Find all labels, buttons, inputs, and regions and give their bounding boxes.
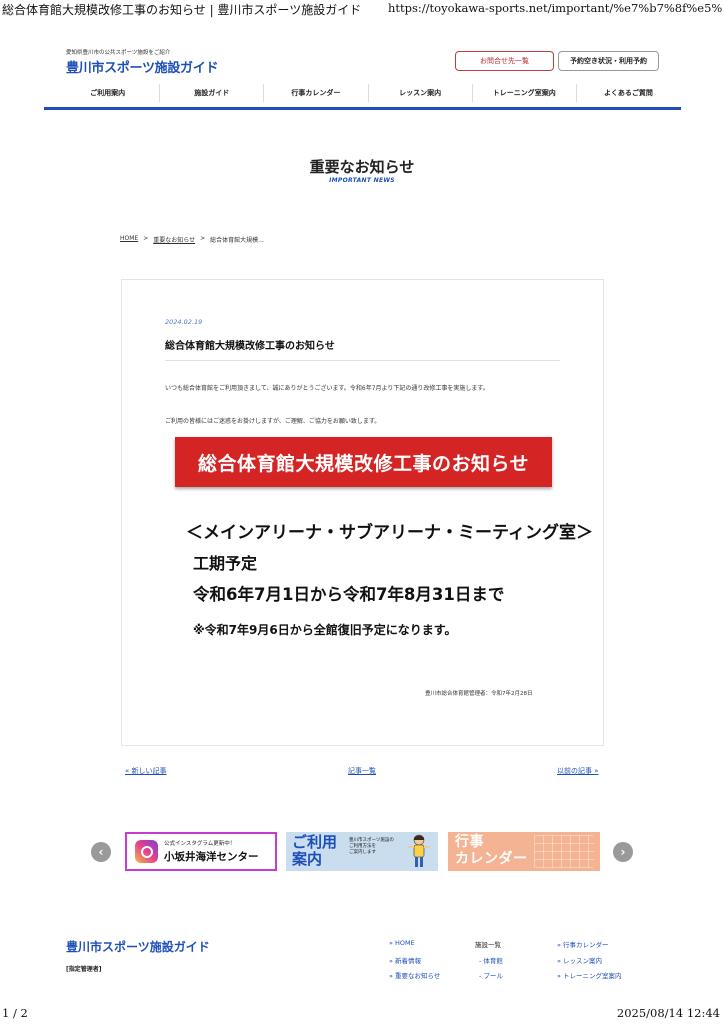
staff-illustration-icon bbox=[408, 834, 430, 867]
usage-guide-banner-caption: 豊川市スポーツ施設の ご利用方法を ご案内します bbox=[349, 838, 394, 855]
footer-link-important[interactable]: » 重要なお知らせ bbox=[389, 970, 440, 980]
breadcrumb: HOME > 重要なお知らせ > 総合体育館大規模... bbox=[120, 235, 264, 244]
nav-item-event-calendar[interactable]: 行事カレンダー bbox=[264, 84, 369, 102]
calendar-icon bbox=[534, 835, 594, 868]
carousel-prev-button[interactable]: ‹ bbox=[91, 842, 111, 862]
site-tagline: 愛知県豊川市の公共スポーツ施設をご紹介 bbox=[66, 50, 171, 56]
instagram-banner-title: 小坂井海洋センター bbox=[164, 851, 259, 863]
footer-link-pool[interactable]: - プール bbox=[479, 970, 503, 980]
breadcrumb-separator: > bbox=[143, 235, 149, 242]
article-paragraph-intro: いつも総合体育館をご利用頂きまして、誠にありがとうございます。令和6年7月より下… bbox=[165, 385, 489, 392]
construction-period-value: 令和6年7月1日から令和7年8月31日まで bbox=[193, 585, 505, 604]
article-title: 総合体育館大規模改修工事のお知らせ bbox=[165, 341, 335, 352]
print-page-number: 1 / 2 bbox=[2, 1006, 28, 1020]
instagram-banner-caption: 公式インスタグラム更新中！ bbox=[164, 841, 236, 847]
global-nav: ご利用案内 施設ガイド 行事カレンダー レッスン案内 トレーニング室案内 よくあ… bbox=[56, 84, 680, 102]
reopen-note: ※令和7年9月6日から全館復旧予定になります。 bbox=[193, 623, 457, 637]
instagram-banner[interactable]: 公式インスタグラム更新中！ 小坂井海洋センター bbox=[125, 832, 277, 871]
event-calendar-banner-title: 行事 カレンダー bbox=[455, 834, 528, 867]
contact-list-button[interactable]: お問合せ先一覧 bbox=[455, 51, 554, 71]
footer-logo[interactable]: 豊川市スポーツ施設ガイド bbox=[66, 938, 210, 955]
event-calendar-banner[interactable]: 行事 カレンダー bbox=[448, 832, 600, 871]
print-datetime: 2025/08/14 12:44 bbox=[616, 1006, 720, 1020]
site-logo[interactable]: 豊川市スポーツ施設ガイド bbox=[66, 57, 218, 76]
nav-item-lessons[interactable]: レッスン案内 bbox=[369, 84, 473, 102]
notice-banner: 総合体育館大規模改修工事のお知らせ bbox=[175, 437, 552, 487]
footer-link-home[interactable]: » HOME bbox=[389, 939, 415, 947]
chevron-left-icon: ‹ bbox=[98, 845, 104, 859]
post-list-link[interactable]: 記事一覧 bbox=[348, 766, 376, 776]
breadcrumb-separator: > bbox=[200, 235, 206, 242]
affected-venues: ＜メインアリーナ・サブアリーナ・ミーティング室＞ bbox=[186, 523, 593, 543]
breadcrumb-current: 総合体育館大規模... bbox=[210, 237, 264, 244]
page-title: 重要なお知らせ bbox=[309, 158, 415, 176]
footer-link-gymnasium[interactable]: - 体育館 bbox=[479, 955, 503, 965]
carousel-next-button[interactable]: › bbox=[613, 842, 633, 862]
breadcrumb-home-link[interactable]: HOME bbox=[120, 235, 138, 244]
nav-item-usage-guide[interactable]: ご利用案内 bbox=[56, 84, 161, 102]
instagram-icon bbox=[135, 840, 158, 863]
construction-period-label: 工期予定 bbox=[193, 554, 258, 573]
nav-item-training-room[interactable]: トレーニング室案内 bbox=[473, 84, 577, 102]
reservation-button[interactable]: 予約空き状況・利用予約 bbox=[558, 51, 659, 71]
footer-link-news[interactable]: » 新着情報 bbox=[389, 955, 421, 965]
article-title-divider bbox=[165, 360, 560, 361]
print-page-url: https://toyokawa-sports.net/important/%e… bbox=[388, 1, 722, 15]
footer-link-facilities[interactable]: 施設一覧 bbox=[475, 939, 501, 949]
article-signature: 豊川市総合体育館管理者：令和7年2月28日 bbox=[425, 691, 533, 697]
newer-post-link[interactable]: « 新しい記事 bbox=[125, 766, 167, 776]
footer-link-training[interactable]: » トレーニング室案内 bbox=[557, 970, 622, 980]
nav-item-faq[interactable]: よくあるご質問 bbox=[577, 84, 680, 102]
usage-guide-banner[interactable]: ご利用 案内 豊川市スポーツ施設の ご利用方法を ご案内します bbox=[286, 832, 438, 871]
page-subtitle: IMPORTANT NEWS bbox=[329, 177, 395, 184]
nav-divider bbox=[44, 107, 681, 110]
breadcrumb-section-link[interactable]: 重要なお知らせ bbox=[153, 235, 195, 244]
article-paragraph-request: ご利用の皆様にはご迷惑をお掛けしますが、ご理解、ご協力をお願い致します。 bbox=[165, 418, 381, 425]
older-post-link[interactable]: 以前の記事 » bbox=[557, 766, 599, 776]
chevron-right-icon: › bbox=[620, 845, 626, 859]
footer-designated-manager: [指定管理者] bbox=[66, 966, 102, 973]
article-date: 2024.02.19 bbox=[165, 318, 203, 326]
print-page-title: 総合体育館大規模改修工事のお知らせ | 豊川市スポーツ施設ガイド bbox=[2, 3, 362, 17]
usage-guide-banner-title: ご利用 案内 bbox=[292, 833, 338, 868]
footer-link-lessons[interactable]: » レッスン案内 bbox=[557, 955, 602, 965]
nav-item-facility-guide[interactable]: 施設ガイド bbox=[160, 84, 265, 102]
footer-link-calendar[interactable]: » 行事カレンダー bbox=[557, 939, 609, 949]
